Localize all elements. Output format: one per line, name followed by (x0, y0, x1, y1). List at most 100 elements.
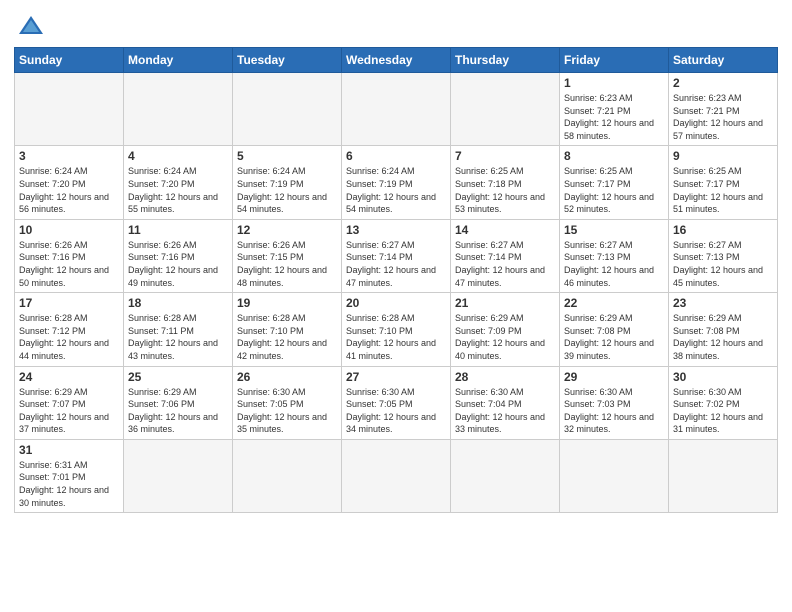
calendar-cell: 3Sunrise: 6:24 AM Sunset: 7:20 PM Daylig… (15, 146, 124, 219)
calendar-cell (342, 73, 451, 146)
calendar-cell: 16 Sunrise: 6:27 AM Sunset: 7:13 PM Dayli… (669, 219, 778, 292)
day-info: Sunrise: 6:28 AM Sunset: 7:12 PM Dayligh… (19, 312, 119, 362)
calendar-cell: 31 Sunrise: 6:31 AM Sunset: 7:01 PM Dayli… (15, 439, 124, 512)
day-number: 24 (19, 370, 119, 384)
weekday-sunday: Sunday (15, 48, 124, 73)
day-number: 13 (346, 223, 446, 237)
header (14, 10, 778, 41)
day-info: Sunrise: 6:29 AM Sunset: 7:09 PM Dayligh… (455, 312, 555, 362)
day-info: Sunrise: 6:25 AM Sunset: 7:18 PM Dayligh… (455, 165, 555, 215)
calendar-cell: 9Sunrise: 6:25 AM Sunset: 7:17 PM Daylig… (669, 146, 778, 219)
weekday-friday: Friday (560, 48, 669, 73)
day-info: Sunrise: 6:27 AM Sunset: 7:13 PM Dayligh… (673, 239, 773, 289)
day-number: 19 (237, 296, 337, 310)
day-info: Sunrise: 6:29 AM Sunset: 7:08 PM Dayligh… (564, 312, 664, 362)
day-number: 25 (128, 370, 228, 384)
day-info: Sunrise: 6:23 AM Sunset: 7:21 PM Dayligh… (564, 92, 664, 142)
day-number: 18 (128, 296, 228, 310)
calendar-cell (233, 439, 342, 512)
calendar-cell (669, 439, 778, 512)
day-number: 11 (128, 223, 228, 237)
day-info: Sunrise: 6:27 AM Sunset: 7:13 PM Dayligh… (564, 239, 664, 289)
day-number: 28 (455, 370, 555, 384)
calendar-header: SundayMondayTuesdayWednesdayThursdayFrid… (15, 48, 778, 73)
calendar-cell: 18Sunrise: 6:28 AM Sunset: 7:11 PM Dayli… (124, 293, 233, 366)
day-info: Sunrise: 6:26 AM Sunset: 7:16 PM Dayligh… (19, 239, 119, 289)
day-number: 8 (564, 149, 664, 163)
day-info: Sunrise: 6:26 AM Sunset: 7:15 PM Dayligh… (237, 239, 337, 289)
day-number: 16 (673, 223, 773, 237)
calendar-body: 1Sunrise: 6:23 AM Sunset: 7:21 PM Daylig… (15, 73, 778, 513)
weekday-thursday: Thursday (451, 48, 560, 73)
day-number: 14 (455, 223, 555, 237)
calendar-week-6: 31 Sunrise: 6:31 AM Sunset: 7:01 PM Dayli… (15, 439, 778, 512)
weekday-saturday: Saturday (669, 48, 778, 73)
day-info: Sunrise: 6:28 AM Sunset: 7:10 PM Dayligh… (346, 312, 446, 362)
day-info: Sunrise: 6:31 AM Sunset: 7:01 PM Dayligh… (19, 459, 119, 509)
calendar-week-5: 24 Sunrise: 6:29 AM Sunset: 7:07 PM Dayli… (15, 366, 778, 439)
calendar-cell: 2 Sunrise: 6:23 AM Sunset: 7:21 PM Daylig… (669, 73, 778, 146)
calendar-week-2: 3 Sunrise: 6:24 AM Sunset: 7:20 PM Daylig… (15, 146, 778, 219)
page: SundayMondayTuesdayWednesdayThursdayFrid… (0, 0, 792, 612)
calendar-cell: 8 Sunrise: 6:25 AM Sunset: 7:17 PM Daylig… (560, 146, 669, 219)
day-number: 6 (346, 149, 446, 163)
day-info: Sunrise: 6:28 AM Sunset: 7:10 PM Dayligh… (237, 312, 337, 362)
calendar-cell: 17Sunrise: 6:28 AM Sunset: 7:12 PM Dayli… (15, 293, 124, 366)
day-number: 2 (673, 76, 773, 90)
day-number: 22 (564, 296, 664, 310)
calendar-cell: 26 Sunrise: 6:30 AM Sunset: 7:05 PM Dayli… (233, 366, 342, 439)
day-info: Sunrise: 6:26 AM Sunset: 7:16 PM Dayligh… (128, 239, 228, 289)
day-number: 9 (673, 149, 773, 163)
calendar-cell: 21 Sunrise: 6:29 AM Sunset: 7:09 PM Dayli… (451, 293, 560, 366)
day-info: Sunrise: 6:30 AM Sunset: 7:05 PM Dayligh… (346, 386, 446, 436)
calendar-cell (233, 73, 342, 146)
calendar-cell (15, 73, 124, 146)
calendar-cell (451, 439, 560, 512)
day-info: Sunrise: 6:27 AM Sunset: 7:14 PM Dayligh… (455, 239, 555, 289)
calendar-cell: 6 Sunrise: 6:24 AM Sunset: 7:19 PM Daylig… (342, 146, 451, 219)
day-number: 12 (237, 223, 337, 237)
day-info: Sunrise: 6:25 AM Sunset: 7:17 PM Dayligh… (564, 165, 664, 215)
day-number: 10 (19, 223, 119, 237)
calendar-cell: 30 Sunrise: 6:30 AM Sunset: 7:02 PM Dayli… (669, 366, 778, 439)
day-number: 31 (19, 443, 119, 457)
calendar-cell: 29Sunrise: 6:30 AM Sunset: 7:03 PM Dayli… (560, 366, 669, 439)
day-number: 15 (564, 223, 664, 237)
day-number: 21 (455, 296, 555, 310)
day-info: Sunrise: 6:23 AM Sunset: 7:21 PM Dayligh… (673, 92, 773, 142)
weekday-wednesday: Wednesday (342, 48, 451, 73)
calendar-cell: 14 Sunrise: 6:27 AM Sunset: 7:14 PM Dayli… (451, 219, 560, 292)
calendar-cell: 25Sunrise: 6:29 AM Sunset: 7:06 PM Dayli… (124, 366, 233, 439)
day-number: 7 (455, 149, 555, 163)
calendar-cell: 13Sunrise: 6:27 AM Sunset: 7:14 PM Dayli… (342, 219, 451, 292)
logo-icon (17, 14, 45, 36)
calendar-cell: 23 Sunrise: 6:29 AM Sunset: 7:08 PM Dayli… (669, 293, 778, 366)
day-number: 26 (237, 370, 337, 384)
day-number: 30 (673, 370, 773, 384)
calendar-cell: 22 Sunrise: 6:29 AM Sunset: 7:08 PM Dayli… (560, 293, 669, 366)
day-info: Sunrise: 6:29 AM Sunset: 7:08 PM Dayligh… (673, 312, 773, 362)
day-info: Sunrise: 6:24 AM Sunset: 7:20 PM Dayligh… (128, 165, 228, 215)
calendar-cell: 24 Sunrise: 6:29 AM Sunset: 7:07 PM Dayli… (15, 366, 124, 439)
calendar-cell: 1Sunrise: 6:23 AM Sunset: 7:21 PM Daylig… (560, 73, 669, 146)
day-info: Sunrise: 6:30 AM Sunset: 7:05 PM Dayligh… (237, 386, 337, 436)
calendar-cell: 28Sunrise: 6:30 AM Sunset: 7:04 PM Dayli… (451, 366, 560, 439)
day-info: Sunrise: 6:29 AM Sunset: 7:07 PM Dayligh… (19, 386, 119, 436)
calendar-cell: 4Sunrise: 6:24 AM Sunset: 7:20 PM Daylig… (124, 146, 233, 219)
calendar-cell: 19 Sunrise: 6:28 AM Sunset: 7:10 PM Dayli… (233, 293, 342, 366)
day-number: 3 (19, 149, 119, 163)
day-info: Sunrise: 6:24 AM Sunset: 7:19 PM Dayligh… (346, 165, 446, 215)
calendar-cell: 7 Sunrise: 6:25 AM Sunset: 7:18 PM Daylig… (451, 146, 560, 219)
day-info: Sunrise: 6:30 AM Sunset: 7:03 PM Dayligh… (564, 386, 664, 436)
calendar-cell (560, 439, 669, 512)
weekday-tuesday: Tuesday (233, 48, 342, 73)
calendar-cell: 5Sunrise: 6:24 AM Sunset: 7:19 PM Daylig… (233, 146, 342, 219)
day-info: Sunrise: 6:30 AM Sunset: 7:02 PM Dayligh… (673, 386, 773, 436)
calendar-cell (342, 439, 451, 512)
day-number: 27 (346, 370, 446, 384)
day-number: 23 (673, 296, 773, 310)
calendar-cell: 20Sunrise: 6:28 AM Sunset: 7:10 PM Dayli… (342, 293, 451, 366)
calendar-cell (451, 73, 560, 146)
calendar-cell (124, 73, 233, 146)
logo-area (14, 10, 45, 41)
